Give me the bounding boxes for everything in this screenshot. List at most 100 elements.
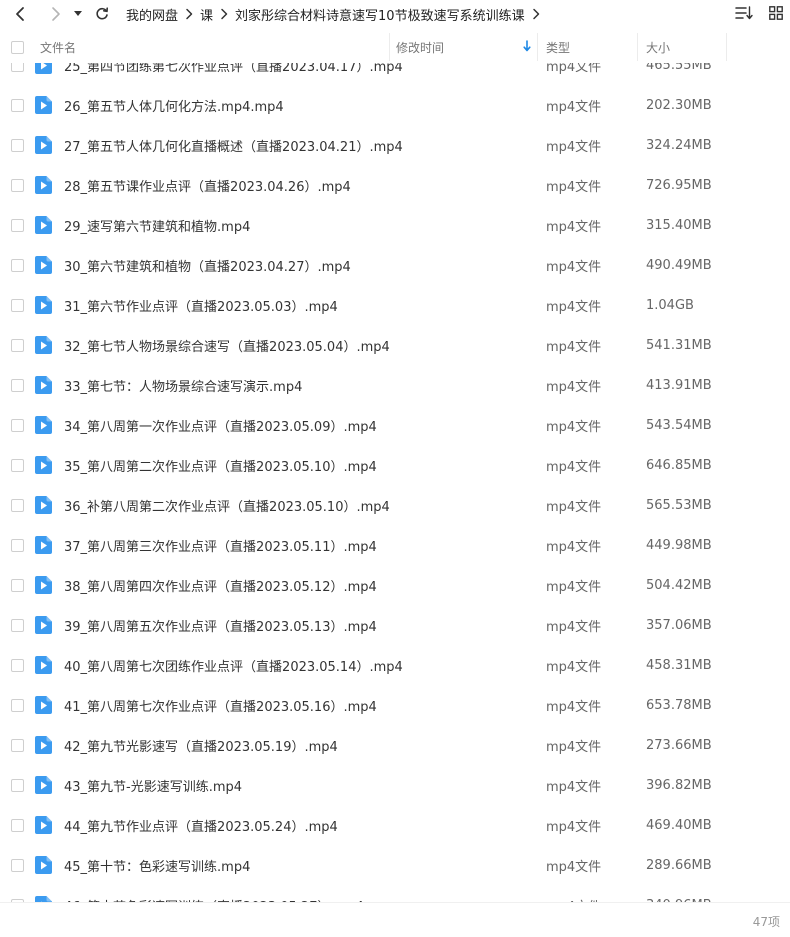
file-name[interactable]: 29_速写第六节建筑和植物.mp4	[64, 216, 250, 235]
select-all-checkbox[interactable]	[10, 40, 24, 54]
file-row[interactable]: 35_第八周第二次作业点评（直播2023.05.10）.mp4 mp4文件 646.…	[0, 445, 790, 485]
video-file-icon	[35, 136, 52, 154]
row-checkbox[interactable]	[10, 63, 24, 72]
file-list[interactable]: 25_第四节团练第七次作业点评（直播2023.04.17）.mp4 mp4文件 46…	[0, 63, 790, 902]
column-header-type[interactable]: 类型	[537, 33, 637, 61]
file-row[interactable]: 38_第八周第四次作业点评（直播2023.05.12）.mp4 mp4文件 504.…	[0, 565, 790, 605]
file-row[interactable]: 46_第十节色彩速写训练（直播2023.05.27）.mp4mp4文件340.9…	[0, 885, 790, 902]
column-header-size[interactable]: 大小	[637, 33, 727, 61]
row-checkbox[interactable]	[10, 858, 24, 872]
video-file-icon	[35, 216, 52, 234]
sort-button[interactable]	[733, 3, 755, 25]
file-size: 413.91MB	[646, 377, 712, 393]
file-row[interactable]: 29_速写第六节建筑和植物.mp4 mp4文件 315.40MB	[0, 205, 790, 245]
breadcrumb-item-current-folder[interactable]: 刘家彤综合材料诗意速写10节极致速写系统训练课	[235, 5, 525, 24]
file-name[interactable]: 27_第五节人体几何化直播概述（直播2023.04.21）.mp4	[64, 136, 403, 155]
file-name[interactable]: 36_补第八周第二次作业点评（直播2023.05.10）.mp4	[64, 496, 390, 515]
file-name[interactable]: 38_第八周第四次作业点评（直播2023.05.12）.mp4	[64, 576, 377, 595]
file-manager-window: 我的网盘 课 刘家彤综合材料诗意速写10节极致速写系统训练课 文件名 修改时间 …	[0, 0, 790, 937]
breadcrumb-item-course[interactable]: 课	[200, 5, 213, 24]
row-checkbox[interactable]	[10, 218, 24, 232]
file-row[interactable]: 41_第八周第七次作业点评（直播2023.05.16）.mp4 mp4文件 653.…	[0, 685, 790, 725]
file-row[interactable]: 45_第十节：色彩速写训练.mp4 mp4文件 289.66MB	[0, 845, 790, 885]
caret-down-icon	[74, 11, 82, 17]
file-row[interactable]: 26_第五节人体几何化方法.mp4.mp4 mp4文件 202.30MB	[0, 85, 790, 125]
file-row[interactable]: 25_第四节团练第七次作业点评（直播2023.04.17）.mp4 mp4文件 46…	[0, 63, 790, 85]
file-row[interactable]: 44_第九节作业点评（直播2023.05.24）.mp4 mp4文件 469.40M…	[0, 805, 790, 845]
file-name[interactable]: 30_第六节建筑和植物（直播2023.04.27）.mp4	[64, 256, 351, 275]
file-type: mp4文件	[546, 419, 602, 435]
file-type: mp4文件	[546, 579, 602, 595]
grid-view-button[interactable]	[765, 3, 787, 25]
chevron-right-icon	[220, 8, 228, 20]
file-size: 646.85MB	[646, 457, 712, 473]
row-checkbox[interactable]	[10, 298, 24, 312]
file-size: 315.40MB	[646, 217, 712, 233]
file-name[interactable]: 37_第八周第三次作业点评（直播2023.05.11）.mp4	[64, 536, 377, 555]
forward-button[interactable]	[44, 2, 68, 26]
column-header-name[interactable]: 文件名	[40, 33, 76, 61]
row-checkbox[interactable]	[10, 818, 24, 832]
file-name[interactable]: 34_第八周第一次作业点评（直播2023.05.09）.mp4	[64, 416, 377, 435]
file-name[interactable]: 28_第五节课作业点评（直播2023.04.26）.mp4	[64, 176, 351, 195]
file-row[interactable]: 40_第八周第七次团练作业点评（直播2023.05.14）.mp4 mp4文件 45…	[0, 645, 790, 685]
file-row[interactable]: 43_第九节-光影速写训练.mp4 mp4文件 396.82MB	[0, 765, 790, 805]
file-name[interactable]: 25_第四节团练第七次作业点评（直播2023.04.17）.mp4	[64, 63, 403, 75]
file-row[interactable]: 30_第六节建筑和植物（直播2023.04.27）.mp4 mp4文件 490.49…	[0, 245, 790, 285]
row-checkbox[interactable]	[10, 538, 24, 552]
file-row[interactable]: 36_补第八周第二次作业点评（直播2023.05.10）.mp4 mp4文件 565…	[0, 485, 790, 525]
row-checkbox[interactable]	[10, 458, 24, 472]
file-name[interactable]: 33_第七节：人物场景综合速写演示.mp4	[64, 376, 302, 395]
row-checkbox[interactable]	[10, 578, 24, 592]
row-checkbox[interactable]	[10, 98, 24, 112]
video-file-icon	[35, 816, 52, 834]
file-name[interactable]: 42_第九节光影速写（直播2023.05.19）.mp4	[64, 736, 338, 755]
row-checkbox[interactable]	[10, 658, 24, 672]
file-type: mp4文件	[546, 619, 602, 635]
file-row[interactable]: 33_第七节：人物场景综合速写演示.mp4 mp4文件 413.91MB	[0, 365, 790, 405]
checkbox-box	[10, 458, 24, 472]
file-row[interactable]: 32_第七节人物场景综合速写（直播2023.05.04）.mp4 mp4文件 541…	[0, 325, 790, 365]
checkbox-box	[10, 778, 24, 792]
file-row[interactable]: 27_第五节人体几何化直播概述（直播2023.04.21）.mp4 mp4文件 32…	[0, 125, 790, 165]
file-name[interactable]: 45_第十节：色彩速写训练.mp4	[64, 856, 250, 875]
video-file-icon	[35, 656, 52, 674]
row-checkbox[interactable]	[10, 258, 24, 272]
file-name[interactable]: 40_第八周第七次团练作业点评（直播2023.05.14）.mp4	[64, 656, 403, 675]
video-file-icon	[35, 736, 52, 754]
file-name[interactable]: 44_第九节作业点评（直播2023.05.24）.mp4	[64, 816, 338, 835]
file-name[interactable]: 39_第八周第五次作业点评（直播2023.05.13）.mp4	[64, 616, 377, 635]
row-checkbox[interactable]	[10, 738, 24, 752]
breadcrumb-item-my-drive[interactable]: 我的网盘	[126, 5, 178, 24]
row-checkbox[interactable]	[10, 778, 24, 792]
row-checkbox[interactable]	[10, 138, 24, 152]
file-row[interactable]: 42_第九节光影速写（直播2023.05.19）.mp4 mp4文件 273.66M…	[0, 725, 790, 765]
refresh-button[interactable]	[90, 2, 114, 26]
file-row[interactable]: 31_第六节作业点评（直播2023.05.03）.mp4 mp4文件 1.04GB	[0, 285, 790, 325]
file-size: 565.53MB	[646, 497, 712, 513]
file-row[interactable]: 34_第八周第一次作业点评（直播2023.05.09）.mp4 mp4文件 543.…	[0, 405, 790, 445]
file-row[interactable]: 37_第八周第三次作业点评（直播2023.05.11）.mp4 mp4文件 449.…	[0, 525, 790, 565]
back-button[interactable]	[8, 2, 32, 26]
row-checkbox[interactable]	[10, 338, 24, 352]
list-header: 文件名 修改时间 类型 大小	[0, 33, 790, 61]
file-row[interactable]: 28_第五节课作业点评（直播2023.04.26）.mp4 mp4文件 726.95…	[0, 165, 790, 205]
file-name[interactable]: 31_第六节作业点评（直播2023.05.03）.mp4	[64, 296, 338, 315]
row-checkbox[interactable]	[10, 378, 24, 392]
row-checkbox[interactable]	[10, 498, 24, 512]
history-dropdown-button[interactable]	[70, 2, 86, 26]
file-size: 504.42MB	[646, 577, 712, 593]
row-checkbox[interactable]	[10, 178, 24, 192]
file-row[interactable]: 39_第八周第五次作业点评（直播2023.05.13）.mp4 mp4文件 357.…	[0, 605, 790, 645]
file-name[interactable]: 32_第七节人物场景综合速写（直播2023.05.04）.mp4	[64, 336, 390, 355]
file-type: mp4文件	[546, 819, 602, 835]
row-checkbox[interactable]	[10, 698, 24, 712]
video-file-icon	[35, 576, 52, 594]
file-name[interactable]: 35_第八周第二次作业点评（直播2023.05.10）.mp4	[64, 456, 377, 475]
row-checkbox[interactable]	[10, 618, 24, 632]
row-checkbox[interactable]	[10, 418, 24, 432]
file-name[interactable]: 43_第九节-光影速写训练.mp4	[64, 776, 242, 795]
file-name[interactable]: 41_第八周第七次作业点评（直播2023.05.16）.mp4	[64, 696, 377, 715]
column-header-modified[interactable]: 修改时间	[389, 33, 537, 61]
file-name[interactable]: 26_第五节人体几何化方法.mp4.mp4	[64, 96, 284, 115]
